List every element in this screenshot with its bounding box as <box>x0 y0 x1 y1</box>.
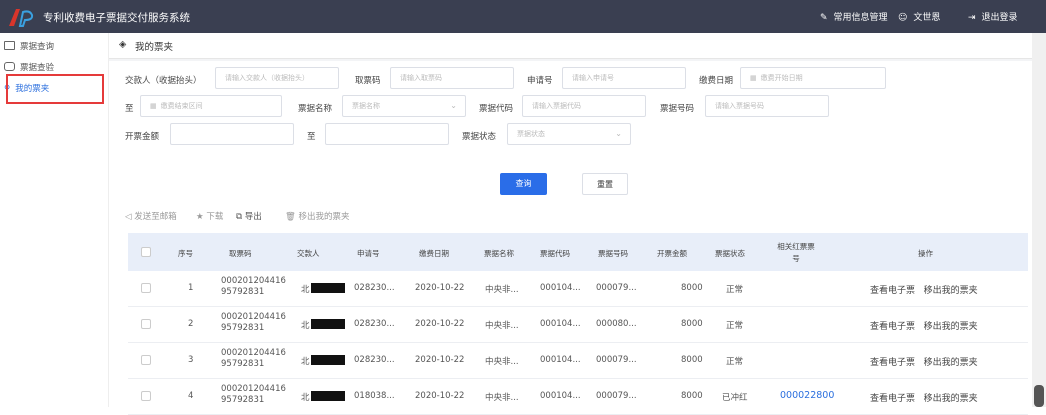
calendar-icon: ▦ <box>750 74 757 82</box>
user-icon: ☺ <box>898 13 908 23</box>
pickup-input[interactable]: 请输入取票码 <box>390 67 514 89</box>
bill-name-label: 票据名称 <box>298 104 333 114</box>
scrollbar-track[interactable] <box>1032 33 1046 407</box>
select-all-checkbox[interactable] <box>141 247 151 257</box>
red-ticket-link[interactable]: 000022800 <box>780 390 834 401</box>
app-logo-icon <box>9 9 34 27</box>
query-button[interactable]: 查询 <box>500 173 547 195</box>
col-code: 票据代码 <box>540 249 570 258</box>
remove-from-folder-link[interactable]: 移出我的票夹 <box>924 358 978 368</box>
filter-panel: 交款人（收据抬头） 请输入交款人（收据抬头） 取票码 请输入取票码 申请号 请输… <box>109 61 1032 199</box>
bill-no-input[interactable]: 请输入票据号码 <box>705 95 829 117</box>
table-row: 3 00020120441695792831 北 028230... 2020-… <box>128 343 1028 379</box>
redacted-name <box>311 283 345 293</box>
remove-from-folder-link[interactable]: 移出我的票夹 <box>924 286 978 296</box>
col-name: 票据名称 <box>484 249 514 258</box>
logout-icon: ⇥ <box>968 13 976 23</box>
app-no-label: 申请号 <box>527 76 553 86</box>
document-icon <box>4 41 15 50</box>
redacted-name <box>311 355 345 365</box>
view-invoice-link[interactable]: 查看电子票 <box>870 358 915 368</box>
payer-label: 交款人（收据抬头） <box>125 76 202 86</box>
col-app-no: 申请号 <box>357 249 380 258</box>
payer-input[interactable]: 请输入交款人（收据抬头） <box>215 67 339 89</box>
amount-max-input[interactable] <box>325 123 449 145</box>
col-red-ticket: 相关红票票号 <box>777 242 815 263</box>
row-actions: 查看电子票 移出我的票夹 <box>870 283 978 296</box>
bill-code-input[interactable]: 请输入票据代码 <box>522 95 646 117</box>
pay-start-date-input[interactable]: ▦ 缴费开始日期 <box>740 67 886 89</box>
col-index: 序号 <box>178 249 193 258</box>
user-menu[interactable]: ☺ 文世恩 <box>898 10 940 23</box>
bill-name-select[interactable]: 票据名称 ⌄ <box>342 95 466 117</box>
view-invoice-link[interactable]: 查看电子票 <box>870 286 915 296</box>
chevron-down-icon: ⌄ <box>450 101 457 110</box>
trash-icon: 🗑 <box>285 212 299 222</box>
app-title: 专利收费电子票据交付服务系统 <box>43 12 190 24</box>
col-pickup: 取票码 <box>229 249 252 258</box>
row-actions: 查看电子票 移出我的票夹 <box>870 355 978 368</box>
pickup-label: 取票码 <box>355 76 381 86</box>
amount-min-input[interactable] <box>170 123 294 145</box>
app-no-input[interactable]: 请输入申请号 <box>562 67 686 89</box>
calendar-icon: ▦ <box>150 102 157 110</box>
col-number: 票据号码 <box>598 249 628 258</box>
pay-end-date-input[interactable]: ▦ 缴费结束区间 <box>140 95 282 117</box>
table-row: 4 00020120441695792831 北 018038... 2020-… <box>128 379 1028 415</box>
main-content: ◈ 我的票夹 交款人（收据抬头） 请输入交款人（收据抬头） 取票码 请输入取票码… <box>109 33 1032 415</box>
reset-button[interactable]: 重置 <box>582 173 628 195</box>
row-checkbox[interactable] <box>141 319 151 329</box>
row-checkbox[interactable] <box>141 355 151 365</box>
sidebar-item-bill-query[interactable]: 票据查询 <box>4 40 104 56</box>
row-actions: 查看电子票 移出我的票夹 <box>870 391 978 404</box>
scrollbar-thumb[interactable] <box>1034 385 1044 407</box>
folder-icon: ◈ <box>119 39 127 50</box>
table-header: 序号 取票码 交款人 申请号 缴费日期 票据名称 票据代码 票据号码 开票金额 … <box>128 233 1028 271</box>
remove-from-folder-link[interactable]: 移出我的票夹 <box>924 394 978 404</box>
col-payer: 交款人 <box>297 249 320 258</box>
remove-from-folder-link[interactable]: 移出我的票夹 <box>924 322 978 332</box>
breadcrumb: ◈ 我的票夹 <box>109 33 1032 59</box>
to-label: 至 <box>125 104 134 114</box>
table-row: 1 00020120441695792831 北 028230... 2020-… <box>128 271 1028 307</box>
chevron-down-icon: ⌄ <box>615 129 622 138</box>
pay-date-label: 缴费日期 <box>699 76 734 86</box>
row-checkbox[interactable] <box>141 283 151 293</box>
send-icon: ◁ <box>125 212 135 222</box>
top-bar: 专利收费电子票据交付服务系统 ✎ 常用信息管理 ☺ 文世恩 ⇥ 退出登录 <box>0 0 1046 33</box>
view-invoice-link[interactable]: 查看电子票 <box>870 322 915 332</box>
page-title: 我的票夹 <box>135 42 174 53</box>
export-button[interactable]: ⧉ 导出 <box>236 210 262 222</box>
remove-folder-button[interactable]: 🗑 移出我的票夹 <box>285 210 350 222</box>
download-button[interactable]: ★ 下载 <box>196 210 223 222</box>
col-amount: 开票金额 <box>657 249 687 258</box>
common-info-button[interactable]: ✎ 常用信息管理 <box>820 10 888 23</box>
status-select[interactable]: 票据状态 ⌄ <box>507 123 631 145</box>
view-invoice-link[interactable]: 查看电子票 <box>870 394 915 404</box>
amount-to-label: 至 <box>307 132 316 142</box>
bill-code-label: 票据代码 <box>479 104 514 114</box>
edit-icon: ✎ <box>820 13 828 23</box>
redacted-name <box>311 319 345 329</box>
redacted-name <box>311 391 345 401</box>
star-icon: ★ <box>196 212 207 222</box>
send-email-button[interactable]: ◁ 发送至邮箱 <box>125 210 177 222</box>
col-ops: 操作 <box>918 249 933 258</box>
bill-no-label: 票据号码 <box>660 104 695 114</box>
amount-label: 开票金额 <box>125 132 160 142</box>
export-icon: ⧉ <box>236 212 245 222</box>
highlight-box <box>6 74 104 104</box>
verify-icon <box>4 62 15 71</box>
table-row: 2 00020120441695792831 北 028230... 2020-… <box>128 307 1028 343</box>
col-status: 票据状态 <box>715 249 745 258</box>
logout-button[interactable]: ⇥ 退出登录 <box>968 10 1018 23</box>
row-checkbox[interactable] <box>141 391 151 401</box>
row-actions: 查看电子票 移出我的票夹 <box>870 319 978 332</box>
col-date: 缴费日期 <box>419 249 449 258</box>
status-label: 票据状态 <box>462 132 497 142</box>
